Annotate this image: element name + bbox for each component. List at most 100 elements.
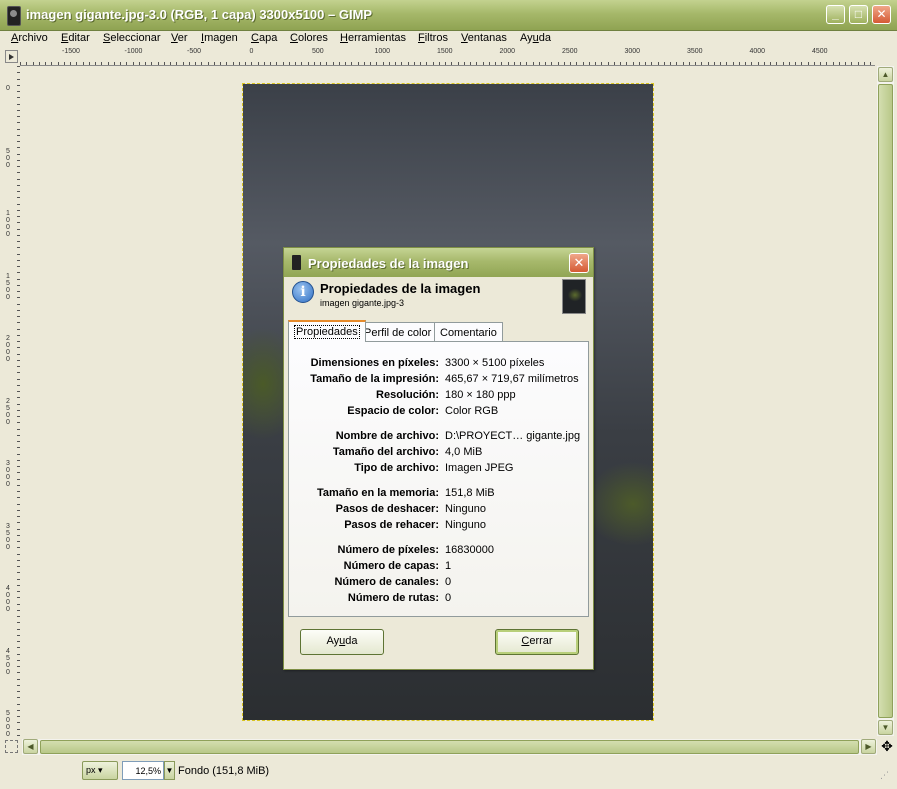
property-label: Tamaño en la memoria: [316, 487, 439, 499]
ruler-label: 4000 [6, 585, 10, 613]
property-row: Tipo de archivo: Imagen JPEG [289, 462, 588, 478]
menu-ver[interactable]: Ver [171, 32, 188, 44]
vertical-ruler[interactable]: 0 500 1000 1500 2000 2500 3000 3500 4000 4500 5000 [5, 66, 21, 736]
window-title-bar: imagen gigante.jpg-3.0 (RGB, 1 capa) 330… [0, 0, 897, 31]
ruler-label: -500 [187, 48, 202, 55]
ruler-label: 5000 [6, 710, 10, 736]
horizontal-scrollbar[interactable]: ◀ ▶ [22, 739, 877, 755]
menu-filtros[interactable]: Filtros [418, 32, 448, 44]
property-row: Pasos de rehacer: Ninguno [289, 519, 588, 535]
horizontal-ruler[interactable]: -1500 -1000 -500 0 500 1000 1500 2000 2500 3000 35… [20, 47, 875, 66]
ruler-label: 1500 [437, 48, 453, 55]
property-value: 151,8 MiB [445, 487, 495, 499]
menu-capa[interactable]: Capa [251, 32, 277, 44]
info-icon: i [292, 281, 314, 303]
gimp-app-icon [7, 6, 21, 26]
dialog-close-icon[interactable]: ✕ [569, 253, 589, 273]
property-value: Ninguno [445, 503, 486, 515]
menu-colores[interactable]: Colores [290, 32, 328, 44]
property-label: Número de píxeles: [337, 544, 439, 556]
minimize-button[interactable]: _ [826, 5, 845, 24]
ruler-label: 1000 [374, 48, 391, 55]
menu-imagen[interactable]: Imagen [201, 32, 238, 44]
dialog-header-subtitle: imagen gigante.jpg-3 [320, 298, 405, 308]
vertical-scrollbar[interactable]: ▲ ▼ [877, 66, 894, 736]
ruler-label: 2000 [499, 48, 516, 55]
property-row: Tamaño de la impresión: 465,67 × 719,67 m… [289, 373, 588, 389]
close-window-button[interactable]: ✕ [872, 5, 891, 24]
dialog-app-icon [292, 255, 301, 270]
property-label: Tamaño de la impresión: [310, 373, 439, 385]
property-row: Dimensiones en píxeles: 3300 × 5100 píxel… [289, 357, 588, 373]
property-row: Número de canales: 0 [289, 576, 588, 592]
menu-editar[interactable]: Editar [61, 32, 90, 44]
property-value: 3300 × 5100 píxeles [445, 357, 545, 369]
horizontal-scroll-thumb[interactable] [40, 740, 859, 754]
property-label: Número de canales: [334, 576, 439, 588]
ruler-label: 3500 [6, 522, 10, 551]
tab-propiedades[interactable]: Propiedades [288, 320, 366, 342]
property-row: Resolución: 180 × 180 ppp [289, 389, 588, 405]
tab-comentario[interactable]: Comentario [434, 322, 503, 341]
property-value: Color RGB [445, 405, 499, 417]
image-properties-dialog: Propiedades de la imagen ✕ i Propiedades… [283, 247, 594, 670]
resize-grip-icon[interactable]: ⋰ [880, 770, 892, 782]
property-label: Tamaño del archivo: [332, 446, 439, 458]
ruler-label: 4500 [6, 647, 10, 676]
property-value: 0 [445, 576, 452, 588]
property-row: Número de píxeles: 16830000 [289, 544, 588, 560]
property-label: Nombre de archivo: [335, 430, 439, 442]
ruler-label: 500 [6, 147, 10, 169]
menu-seleccionar[interactable]: Seleccionar [103, 32, 160, 44]
property-label: Número de capas: [343, 560, 439, 572]
property-value: 180 × 180 ppp [445, 389, 516, 401]
ruler-label: 2000 [6, 335, 10, 363]
property-row: Tamaño del archivo: 4,0 MiB [289, 446, 588, 462]
ruler-label: 1000 [6, 210, 10, 238]
property-row: Espacio de color: Color RGB [289, 405, 588, 421]
ruler-label: 1500 [6, 272, 10, 301]
property-value: D:\PROYECT… gigante.jpg [445, 430, 581, 442]
menu-archivo[interactable]: Archivo [11, 32, 48, 44]
status-text: Fondo (151,8 MiB) [178, 765, 270, 777]
scroll-down-icon[interactable]: ▼ [878, 720, 893, 735]
property-label: Pasos de rehacer: [344, 519, 439, 531]
property-row: Número de rutas: 0 [289, 592, 588, 608]
ruler-label: -1500 [62, 48, 80, 55]
property-value: 465,67 × 719,67 milímetros [445, 373, 579, 385]
ruler-label: 3000 [624, 48, 641, 55]
unit-selector[interactable]: px ▾ [82, 761, 118, 780]
properties-panel: Dimensiones en píxeles: 3300 × 5100 píxel… [288, 341, 589, 617]
ruler-label: 2500 [6, 397, 10, 426]
ruler-label: 4000 [749, 48, 766, 55]
scroll-right-icon[interactable]: ▶ [861, 739, 876, 754]
zoom-input[interactable]: 12,5% [122, 761, 164, 780]
property-row: Pasos de deshacer: Ninguno [289, 503, 588, 519]
ruler-label: 3500 [687, 48, 703, 55]
zoom-dropdown-icon[interactable]: ▼ [164, 761, 175, 780]
quick-mask-toggle[interactable] [5, 740, 18, 753]
maximize-button[interactable]: □ [849, 5, 868, 24]
property-value: 16830000 [445, 544, 494, 556]
menu-bar: Archivo Editar Seleccionar Ver Imagen Ca… [0, 30, 897, 47]
scroll-left-icon[interactable]: ◀ [23, 739, 38, 754]
property-label: Tipo de archivo: [354, 462, 439, 474]
close-button[interactable]: Cerrar [495, 629, 579, 655]
scroll-up-icon[interactable]: ▲ [878, 67, 893, 82]
menu-ventanas[interactable]: Ventanas [461, 32, 507, 44]
property-value: 1 [445, 560, 452, 572]
tab-perfil-de-color[interactable]: Perfil de color [358, 322, 438, 341]
ruler-label: 2500 [562, 48, 578, 55]
property-label: Dimensiones en píxeles: [310, 357, 439, 369]
navigate-icon[interactable]: ✥ [879, 739, 895, 755]
menu-herramientas[interactable]: Herramientas [340, 32, 406, 44]
help-button[interactable]: Ayuda [300, 629, 384, 655]
vertical-scroll-thumb[interactable] [878, 84, 893, 718]
property-value: 0 [445, 592, 452, 604]
property-value: Ninguno [445, 519, 486, 531]
dialog-title-bar: Propiedades de la imagen ✕ [284, 248, 593, 277]
ruler-label: 3000 [6, 460, 10, 488]
ruler-label: 0 [6, 85, 10, 92]
ruler-corner-menu-button[interactable] [5, 50, 18, 63]
menu-ayuda[interactable]: Ayuda [520, 32, 551, 44]
